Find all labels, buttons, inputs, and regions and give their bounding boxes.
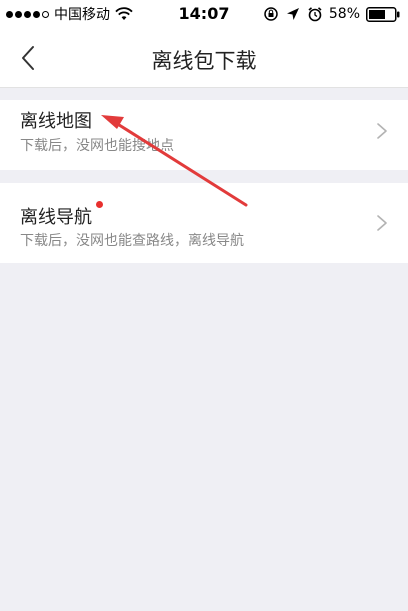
chevron-left-icon: [22, 46, 34, 70]
new-badge: [96, 201, 103, 208]
back-button[interactable]: [10, 40, 46, 76]
item-title: 离线导航: [20, 207, 92, 228]
annotation-arrow: [101, 115, 248, 207]
status-right: 58%: [263, 4, 400, 24]
status-bar: 中国移动 14:07 58%: [0, 0, 408, 28]
battery-icon: [366, 6, 400, 22]
battery-percentage: 58%: [328, 6, 360, 22]
nav-bar: 离线包下载: [0, 28, 408, 88]
page-title: 离线包下载: [151, 49, 257, 73]
rotation-lock-icon: [264, 7, 278, 21]
item-title: 离线地图: [20, 111, 92, 132]
list-item-offline-navigation[interactable]: 离线导航 下载后，没网也能查路线，离线导航: [0, 183, 408, 263]
alarm-icon: [308, 7, 322, 22]
chevron-right-icon: [377, 123, 387, 139]
item-subtitle: 下载后，没网也能搜地点: [20, 138, 174, 154]
item-subtitle: 下载后，没网也能查路线，离线导航: [20, 233, 244, 249]
list-item-offline-map[interactable]: 离线地图 下载后，没网也能搜地点: [0, 100, 408, 170]
chevron-right-icon: [377, 215, 387, 231]
location-arrow-icon: [286, 8, 299, 20]
